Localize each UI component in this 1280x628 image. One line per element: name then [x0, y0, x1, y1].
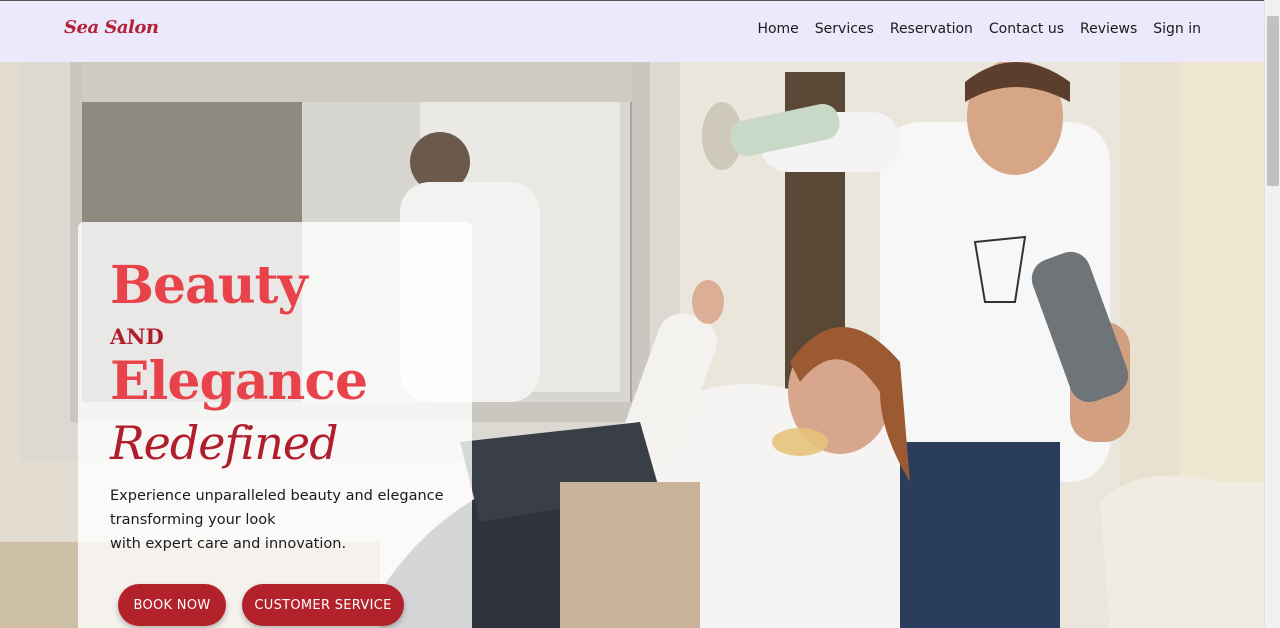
- nav-link-reservation[interactable]: Reservation: [890, 21, 973, 37]
- hero-description-line: Experience unparalleled beauty and elega…: [110, 488, 444, 504]
- book-now-button[interactable]: BOOK NOW: [118, 584, 226, 626]
- nav-link-sign-in[interactable]: Sign in: [1153, 21, 1201, 37]
- nav-link-home[interactable]: Home: [757, 21, 798, 37]
- brand-logo[interactable]: Sea Salon: [64, 17, 159, 38]
- nav-links: Home Services Reservation Contact us Rev…: [757, 21, 1201, 37]
- hero-title-elegance: Elegance: [110, 351, 368, 412]
- hero-description: Experience unparalleled beauty and elega…: [110, 484, 460, 556]
- hero-description-line: transforming your look: [110, 512, 276, 528]
- hero-section: Beauty AND Elegance Redefined Experience…: [0, 62, 1264, 628]
- nav-link-reviews[interactable]: Reviews: [1080, 21, 1137, 37]
- nav-link-contact-us[interactable]: Contact us: [989, 21, 1064, 37]
- nav-link-services[interactable]: Services: [815, 21, 874, 37]
- hero-description-line: with expert care and innovation.: [110, 536, 347, 552]
- hero-card: Beauty AND Elegance Redefined Experience…: [78, 222, 472, 628]
- page-scrollbar[interactable]: [1264, 0, 1280, 628]
- scrollbar-thumb[interactable]: [1267, 16, 1279, 186]
- hero-title-and: AND: [110, 324, 164, 349]
- top-navbar: Sea Salon Home Services Reservation Cont…: [0, 0, 1264, 62]
- hero-title-beauty: Beauty: [110, 255, 308, 316]
- customer-service-button[interactable]: CUSTOMER SERVICE: [242, 584, 404, 626]
- hero-title-redefined: Redefined: [110, 416, 339, 470]
